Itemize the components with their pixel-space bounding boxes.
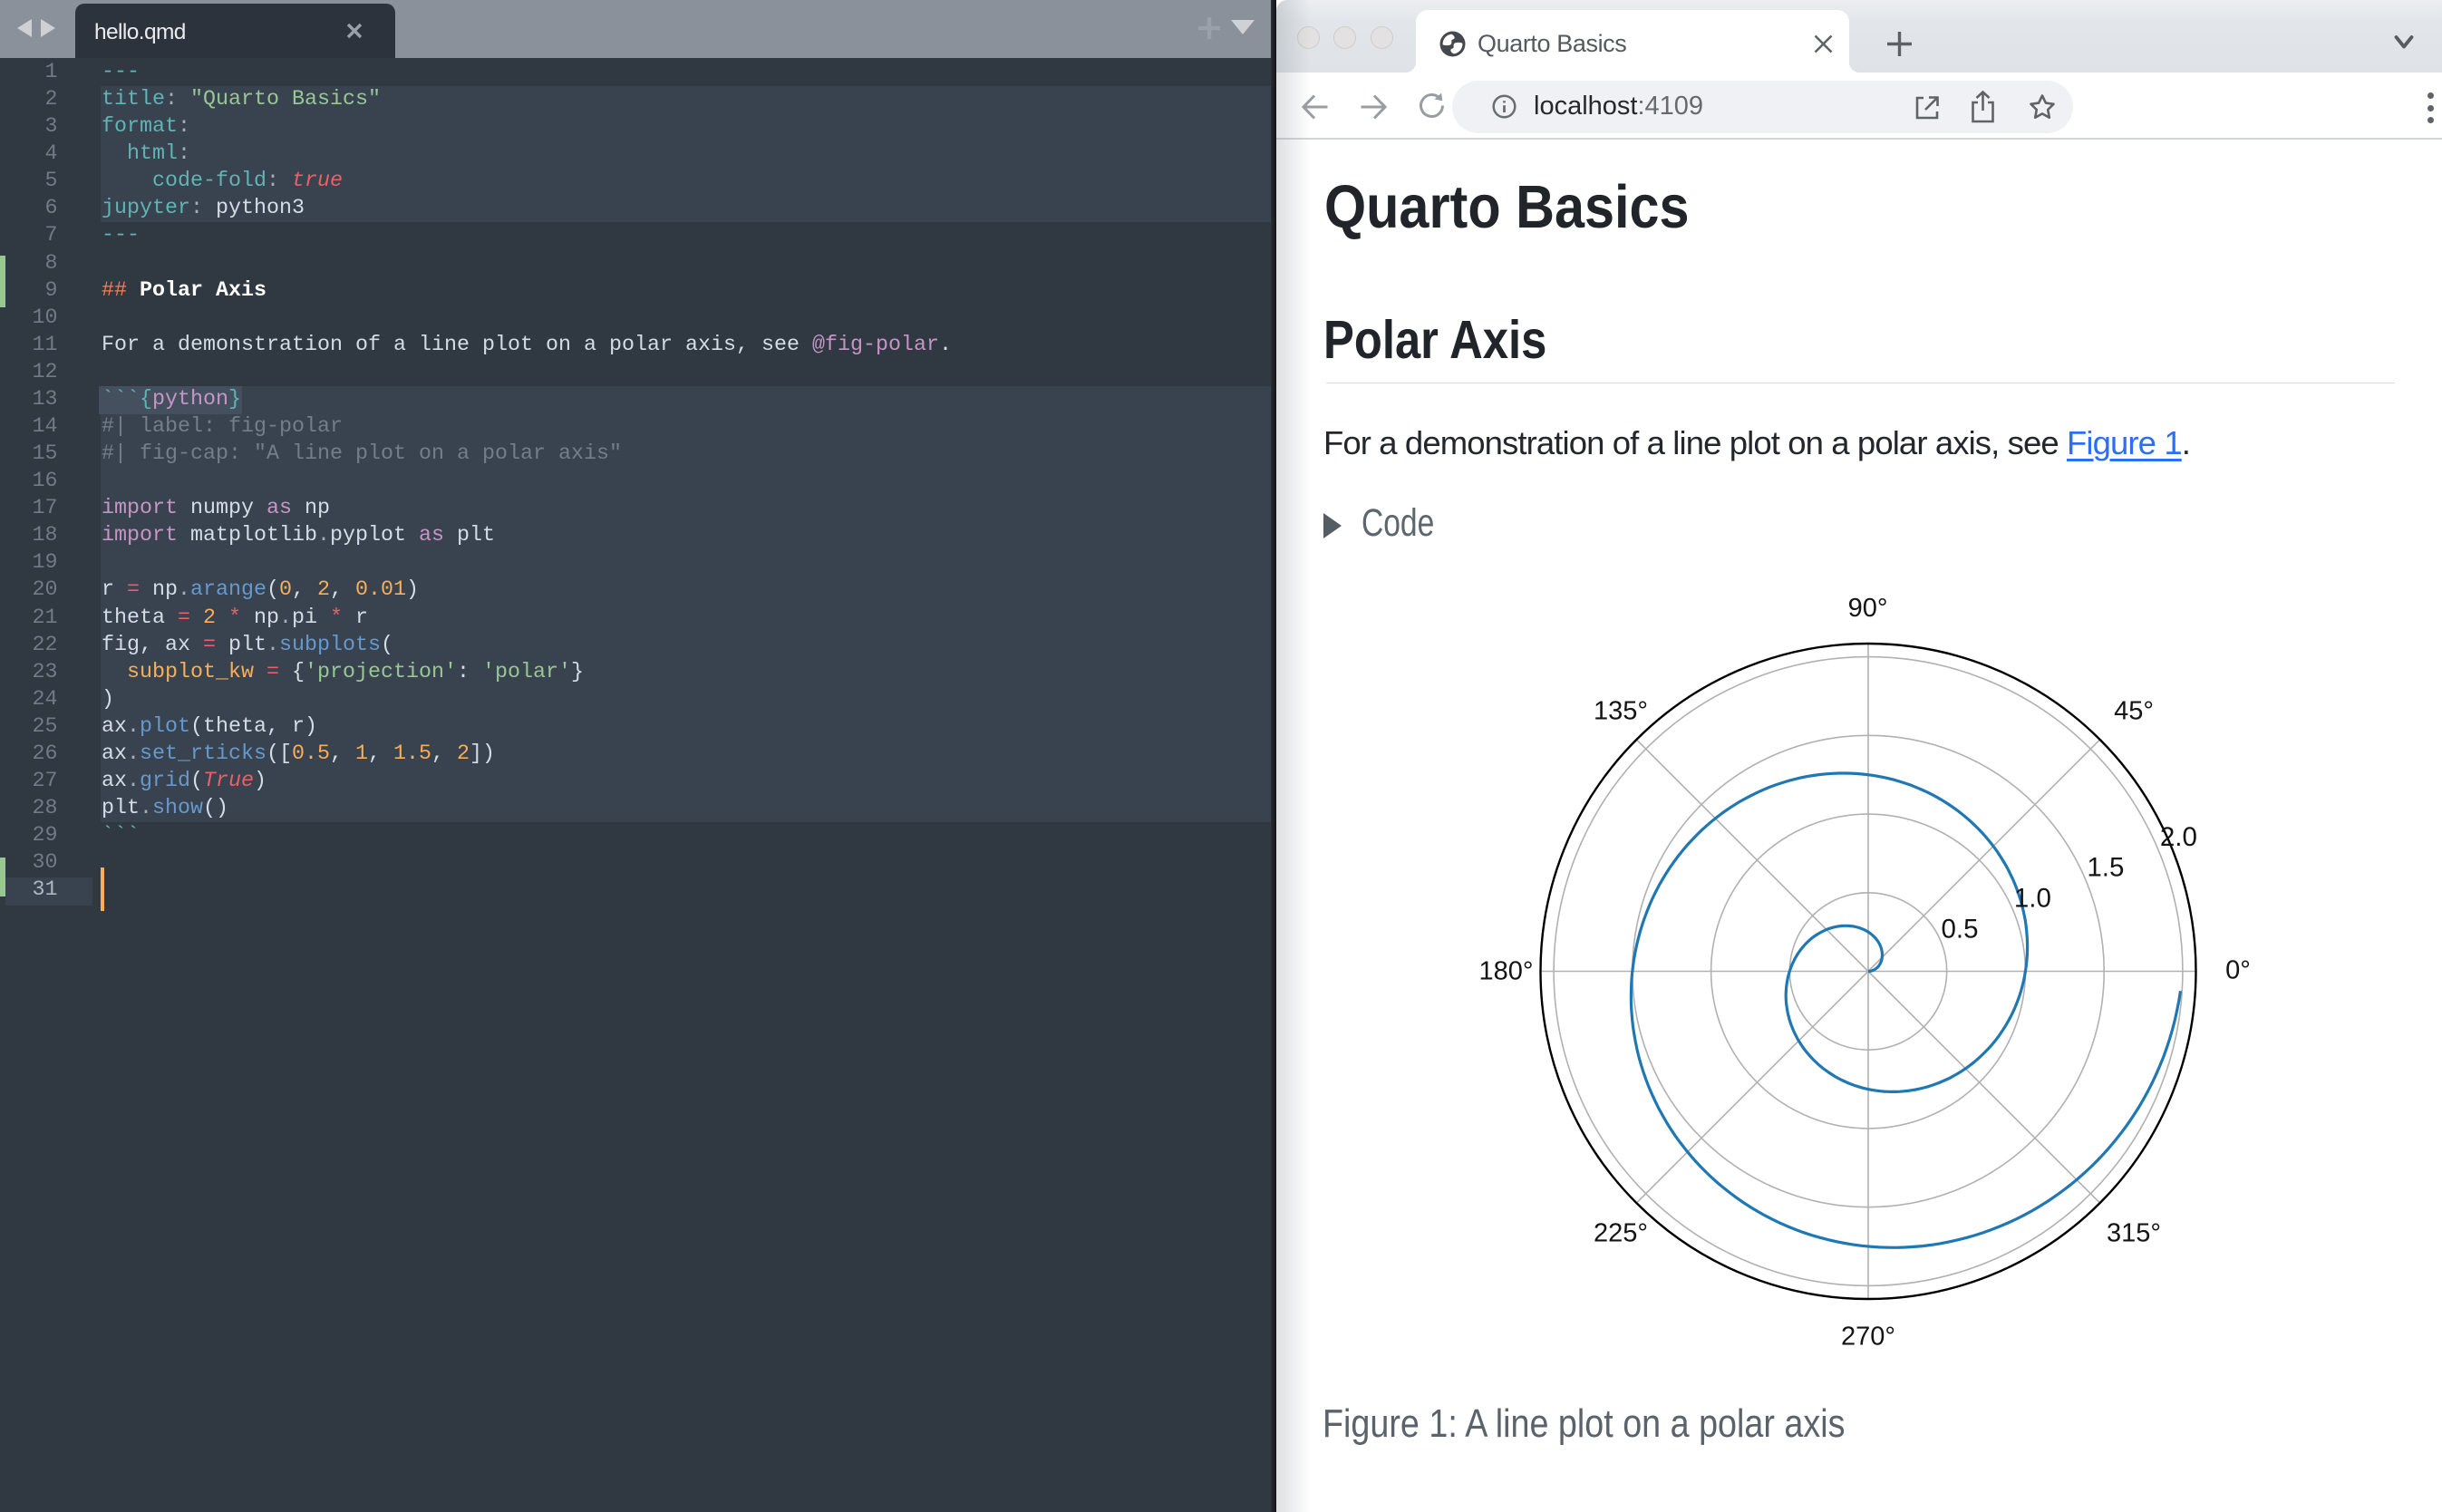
svg-text:0.5: 0.5 <box>1941 914 1978 944</box>
svg-text:180°: 180° <box>1479 957 1534 986</box>
svg-text:315°: 315° <box>2107 1219 2161 1248</box>
svg-text:1.0: 1.0 <box>2014 884 2051 914</box>
svg-text:225°: 225° <box>1594 1219 1648 1248</box>
svg-text:135°: 135° <box>1594 697 1648 726</box>
svg-text:1.5: 1.5 <box>2087 853 2124 883</box>
svg-text:270°: 270° <box>1841 1323 1895 1352</box>
svg-text:90°: 90° <box>1848 594 1888 623</box>
svg-text:45°: 45° <box>2114 697 2154 726</box>
svg-text:0°: 0° <box>2225 956 2251 985</box>
svg-text:2.0: 2.0 <box>2160 822 2197 852</box>
